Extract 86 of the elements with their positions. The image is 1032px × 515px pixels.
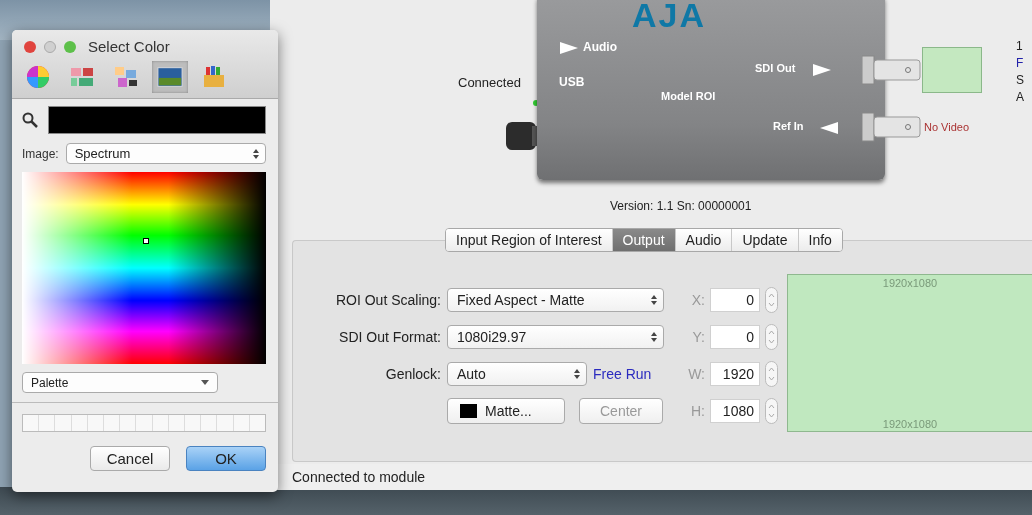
field-label: Genlock: bbox=[384, 365, 441, 382]
reference-status: No Video bbox=[924, 121, 970, 133]
field-label: X: bbox=[690, 292, 705, 309]
minimize-icon[interactable] bbox=[44, 40, 56, 53]
field-label: Y: bbox=[691, 329, 705, 346]
cut-text: 1 bbox=[1016, 38, 1023, 55]
swatch[interactable] bbox=[104, 415, 120, 431]
stepper[interactable] bbox=[765, 287, 778, 314]
swatch[interactable] bbox=[87, 415, 103, 431]
crayon-box-icon bbox=[201, 65, 227, 89]
up-down-arrows-icon bbox=[574, 368, 580, 379]
swatch[interactable] bbox=[39, 415, 55, 431]
close-icon[interactable] bbox=[24, 40, 36, 53]
selection-marker[interactable] bbox=[143, 238, 149, 244]
swatch[interactable] bbox=[71, 415, 87, 431]
stepper[interactable] bbox=[765, 361, 778, 388]
field-label: H: bbox=[690, 403, 705, 420]
device-label: USB bbox=[559, 75, 585, 89]
window-title: Select Color bbox=[88, 38, 170, 55]
swatch[interactable] bbox=[152, 415, 168, 431]
number-field[interactable]: 0 bbox=[710, 325, 760, 350]
connection-status: Connected bbox=[458, 75, 521, 90]
preview-label: 1920x1080 bbox=[882, 276, 938, 289]
select-field[interactable]: Fixed Aspect - Matte bbox=[447, 287, 664, 312]
version-text: Version: 1.1 Sn: 00000001 bbox=[610, 199, 752, 213]
swatch[interactable] bbox=[217, 415, 233, 431]
stepper[interactable] bbox=[765, 324, 778, 351]
play-icon bbox=[560, 42, 578, 54]
left-arrow-icon bbox=[820, 122, 838, 134]
device-logo: AJA bbox=[632, 0, 707, 32]
field-label: Image: bbox=[22, 146, 59, 161]
number-field[interactable]: 0 bbox=[710, 288, 760, 313]
device-label: SDI Out bbox=[755, 62, 796, 74]
bnc-connector-icon bbox=[862, 54, 922, 86]
tab[interactable]: Input Region of Interest bbox=[446, 229, 613, 251]
status-text: Connected to module bbox=[292, 469, 426, 486]
dropdown-arrow-icon bbox=[201, 380, 209, 385]
search-icon[interactable] bbox=[22, 112, 38, 128]
field-label: ROI Out Scaling: bbox=[334, 291, 441, 308]
cut-text: F bbox=[1016, 55, 1024, 72]
landscape-icon bbox=[157, 65, 183, 89]
swatch[interactable] bbox=[23, 415, 39, 431]
number-field[interactable]: 1920 bbox=[710, 362, 760, 387]
palette-dropdown[interactable]: Palette bbox=[22, 372, 218, 393]
field-label: SDI Out Format: bbox=[338, 328, 441, 345]
tab[interactable]: Output bbox=[612, 229, 676, 251]
bnc-connector-icon bbox=[862, 111, 922, 143]
device-label: Ref In bbox=[773, 120, 804, 132]
select-field[interactable]: Auto bbox=[447, 361, 587, 386]
zoom-icon[interactable] bbox=[64, 40, 76, 53]
field-label: W: bbox=[687, 366, 705, 383]
swatch[interactable] bbox=[136, 415, 152, 431]
swatch[interactable] bbox=[201, 415, 217, 431]
swatch[interactable] bbox=[55, 415, 71, 431]
select-field[interactable]: 1080i29.97 bbox=[447, 324, 664, 349]
swatch[interactable] bbox=[233, 415, 249, 431]
sliders-icon bbox=[69, 65, 95, 89]
color-well[interactable] bbox=[48, 106, 266, 134]
dialog-button[interactable]: Cancel bbox=[90, 446, 170, 471]
swatch[interactable] bbox=[185, 415, 201, 431]
device-label: Model ROI bbox=[661, 90, 716, 102]
device-label: Audio bbox=[583, 40, 617, 54]
color-wheel-icon bbox=[25, 65, 51, 89]
output-preview bbox=[922, 47, 982, 93]
up-down-arrows-icon bbox=[253, 148, 259, 159]
genlock-status: Free Run bbox=[593, 365, 652, 382]
swatch[interactable] bbox=[120, 415, 136, 431]
mode-tab[interactable] bbox=[152, 61, 188, 93]
up-down-arrows-icon bbox=[651, 331, 657, 342]
cut-text: S bbox=[1016, 72, 1024, 89]
matte-button[interactable]: Matte... bbox=[447, 397, 565, 424]
tab[interactable]: Info bbox=[798, 229, 842, 251]
cut-text: A bbox=[1016, 89, 1024, 106]
preview-label: 1920x1080 bbox=[882, 417, 938, 430]
palette-grid-icon bbox=[113, 65, 139, 89]
play-icon bbox=[813, 64, 831, 76]
swatch[interactable] bbox=[168, 415, 185, 431]
swatch[interactable] bbox=[249, 415, 266, 431]
select-field[interactable]: Spectrum bbox=[65, 143, 266, 164]
color-spectrum[interactable] bbox=[22, 172, 266, 364]
dialog-button[interactable]: OK bbox=[186, 446, 266, 471]
tab[interactable]: Audio bbox=[675, 229, 733, 251]
stepper[interactable] bbox=[765, 398, 778, 425]
number-field[interactable]: 1080 bbox=[710, 399, 760, 424]
tab[interactable]: Update bbox=[732, 229, 799, 251]
up-down-arrows-icon bbox=[651, 294, 657, 305]
